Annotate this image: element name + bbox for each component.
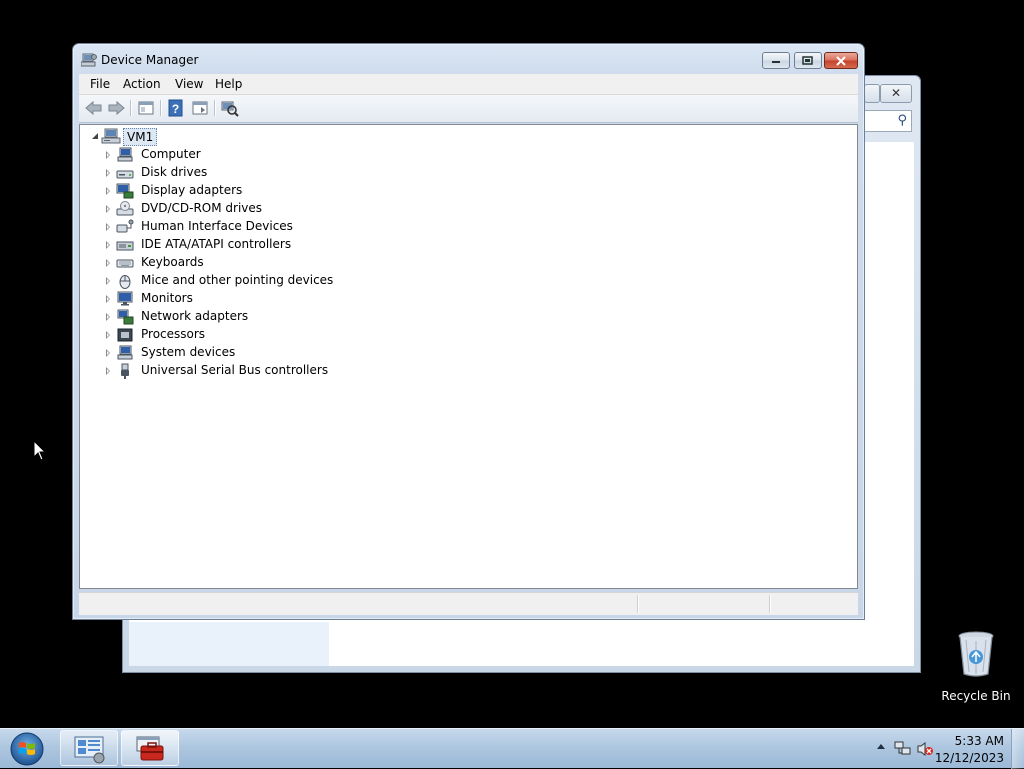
system-tray: 5:33 AM 12/12/2023 [864,729,1024,769]
start-button-icon[interactable] [6,731,48,767]
tree-node-label[interactable]: Display adapters [141,183,242,197]
disk-drive-icon [116,170,134,179]
toolbar: ? [79,95,858,123]
svg-text:?: ? [172,102,179,116]
help-icon[interactable]: ? [166,99,186,117]
taskbar-server-manager[interactable] [60,730,118,766]
recycle-bin-label: Recycle Bin [941,689,1011,703]
forward-arrow-icon[interactable] [106,99,126,117]
expand-arrow-icon[interactable] [106,277,110,285]
menu-file[interactable]: File [90,77,110,91]
tree-root-label[interactable]: VM1 [123,128,158,146]
expand-arrow-icon[interactable] [106,313,110,321]
toolbar-separator [214,100,216,116]
volume-muted-icon[interactable] [916,741,934,757]
status-bar [79,592,858,615]
recycle-bin-icon [958,631,994,677]
tree-node-label[interactable]: Monitors [141,291,193,305]
expand-arrow-icon[interactable] [106,295,110,303]
mouse-cursor-icon [33,440,47,461]
back-arrow-icon[interactable] [84,99,104,117]
show-hidden-icons-icon[interactable] [877,744,885,749]
recycle-bin[interactable]: Recycle Bin [940,630,1012,703]
toolbar-separator [130,100,132,116]
expand-arrow-icon[interactable] [106,259,110,267]
network-icon[interactable] [894,741,912,757]
background-window-nav-pane [129,622,329,666]
device-manager-window: Device Manager File Action View Help ? V… [72,43,865,620]
maximize-button[interactable] [794,52,822,69]
system-devices-icon [117,345,133,360]
network-adapter-icon [117,309,134,325]
restore-icon [802,55,813,65]
tree-node-label[interactable]: DVD/CD-ROM drives [141,201,262,215]
expand-arrow-icon[interactable] [106,241,110,249]
search-icon[interactable]: ⚲ [897,113,907,128]
expand-arrow-icon[interactable] [106,205,110,213]
hid-icon [116,219,134,233]
dvd-drive-icon [116,201,134,216]
server-manager-icon [74,736,105,764]
background-window-maximize-button[interactable] [864,84,880,103]
close-button[interactable] [824,52,858,69]
keyboard-icon [116,259,134,268]
device-manager-icon [81,53,97,67]
expand-arrow-icon[interactable] [106,151,110,159]
collapse-expander-icon[interactable] [92,133,98,139]
clock-time[interactable]: 5:33 AM [955,734,1004,748]
display-adapter-icon [116,183,134,199]
status-bar-divider [637,595,639,613]
clock-date[interactable]: 12/12/2023 [935,751,1004,765]
tree-node-label[interactable]: Processors [141,327,205,341]
taskbar: 5:33 AM 12/12/2023 [0,728,1024,769]
device-manager-taskbar-icon [136,736,164,761]
expand-arrow-icon[interactable] [106,367,110,375]
tree-node-label[interactable]: Human Interface Devices [141,219,293,233]
tree-node-label[interactable]: IDE ATA/ATAPI controllers [141,237,291,251]
menu-help[interactable]: Help [215,77,242,91]
computer-root-icon [101,128,121,144]
mouse-icon [119,275,131,289]
minimize-button[interactable] [762,52,790,69]
tree-node-label[interactable]: Keyboards [141,255,204,269]
processor-icon [117,328,133,342]
tree-node-label[interactable]: Universal Serial Bus controllers [141,363,328,377]
expand-arrow-icon[interactable] [106,223,110,231]
taskbar-device-manager[interactable] [121,730,179,766]
tree-node-label[interactable]: Mice and other pointing devices [141,273,333,287]
usb-icon [121,363,129,379]
window-title: Device Manager [101,53,199,67]
title-bar[interactable]: Device Manager [73,44,864,74]
expand-arrow-icon[interactable] [106,331,110,339]
device-tree[interactable]: VM1 Computer Disk drives Display adapters D… [79,124,858,589]
tree-node-label[interactable]: Disk drives [141,165,207,179]
expand-arrow-icon[interactable] [106,349,110,357]
minimize-icon [772,60,780,63]
tree-node-label[interactable]: Computer [141,147,201,161]
ide-controller-icon [116,241,134,251]
menu-bar: File Action View Help [79,74,858,95]
properties-icon[interactable] [190,99,210,117]
close-icon [836,55,846,66]
expand-arrow-icon[interactable] [106,169,110,177]
expand-arrow-icon[interactable] [106,187,110,195]
show-desktop-button[interactable] [1011,729,1024,769]
computer-icon [117,147,133,162]
monitor-icon [117,291,133,306]
background-window-close-button[interactable]: ✕ [880,84,912,103]
status-bar-divider [769,595,771,613]
menu-action[interactable]: Action [123,77,161,91]
tree-node-label[interactable]: System devices [141,345,235,359]
show-hide-console-tree-icon[interactable] [136,99,156,117]
tree-node-label[interactable]: Network adapters [141,309,248,323]
scan-hardware-icon[interactable] [220,99,240,117]
menu-view[interactable]: View [175,77,203,91]
toolbar-separator [160,100,162,116]
